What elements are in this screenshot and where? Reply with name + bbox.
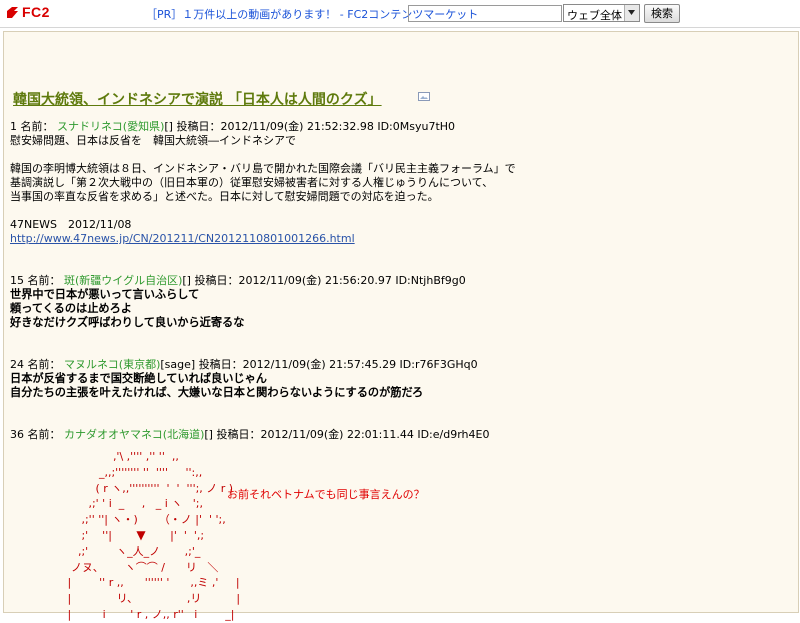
post-body-line: 好きなだけクズ呼ばわりして良いから近寄るな: [10, 316, 245, 329]
post-body-line: 当事国の率直な反省を求める」と述べた。日本に対して慰安婦問題での対応を迫った。: [10, 190, 439, 203]
search-button[interactable]: 検索: [644, 4, 680, 23]
post-body-line: 基調演説し「第２次大戦中の（旧日本軍の）従軍慰安婦被害者に対する人権じゅうりんに…: [10, 176, 494, 189]
post-number: 24: [10, 358, 24, 371]
post-body-line: 慰安婦問題、日本は反省を 韓国大統領―インドネシアで: [10, 134, 296, 147]
post-body-line: 日本が反省するまで国交断絶していれば良いじゃん: [10, 372, 267, 385]
post-body-line: 韓国の李明博大統領は８日、インドネシア・バリ島で開かれた国際会議「バリ民主主義フ…: [10, 162, 516, 175]
post-header: 1 名前： スナドリネコ(愛知県)[] 投稿日：2012/11/09(金) 21…: [10, 120, 455, 134]
search-scope-select[interactable]: ウェブ全体: [563, 4, 640, 22]
post-number: 36: [10, 428, 24, 441]
post-number: 15: [10, 274, 24, 287]
post-mail: []: [204, 428, 213, 441]
fc2-header-bar: FC2 ［PR］１万件以上の動画があります！ - FC2コンテンツマーケット ウ…: [0, 0, 800, 28]
post-header: 15 名前： 斑(新疆ウイグル自治区)[] 投稿日：2012/11/09(金) …: [10, 274, 466, 288]
post-author-name[interactable]: カナダオオヤマネコ(北海道): [64, 428, 204, 441]
post-name-label: 名前：: [27, 358, 61, 371]
post-body-line: 自分たちの主張を叶えたければ、大嫌いな日本と関わらないようにするのが筋だろ: [10, 386, 424, 399]
search-scope-value: ウェブ全体: [567, 9, 622, 22]
post-name-label: 名前：: [27, 274, 61, 287]
post-date-id: 投稿日：2012/11/09(金) 21:52:32.98 ID:0Msyu7t…: [176, 120, 456, 133]
thread-image-icon[interactable]: [418, 92, 430, 101]
post-body-line: 頼ってくるのは止めろよ: [10, 302, 132, 315]
post-mail: []: [182, 274, 191, 287]
post-header: 24 名前： マヌルネコ(東京都)[sage] 投稿日：2012/11/09(金…: [10, 358, 478, 372]
post-number: 1: [10, 120, 17, 133]
chevron-down-icon: [624, 5, 639, 21]
post-name-label: 名前：: [20, 120, 54, 133]
ascii-art-caption: お前それベトナムでも同じ事言えんの？: [227, 488, 425, 501]
search-input[interactable]: [408, 5, 562, 22]
post-name-label: 名前：: [27, 428, 61, 441]
post-author-name[interactable]: マヌルネコ(東京都): [64, 358, 160, 371]
post-author-name[interactable]: スナドリネコ(愛知県): [57, 120, 164, 133]
post-date-id: 投稿日：2012/11/09(金) 21:57:45.29 ID:r76F3GH…: [198, 358, 478, 371]
ascii-art-cat: ,'\ ,'''' ,'' '' ,, _,,;'''''''' '' ''''…: [67, 450, 241, 621]
thread-title[interactable]: 韓国大統領、インドネシアで演説 「日本人は人間のクズ」: [13, 89, 382, 109]
fc2-logo-text: FC2: [22, 4, 50, 20]
post-body-line: 47NEWS 2012/11/08: [10, 218, 132, 231]
fc2-logo[interactable]: FC2: [6, 4, 66, 22]
source-url-link[interactable]: http://www.47news.jp/CN/201211/CN2012110…: [10, 232, 355, 245]
post-body-line: 世界中で日本が悪いって言いふらして: [10, 288, 200, 301]
post-date-id: 投稿日：2012/11/09(金) 21:56:20.97 ID:NtjhBf9…: [194, 274, 466, 287]
post-source-line: http://www.47news.jp/CN/201211/CN2012110…: [10, 232, 355, 246]
post-header: 36 名前： カナダオオヤマネコ(北海道)[] 投稿日：2012/11/09(金…: [10, 428, 489, 442]
fc2-logo-icon: [7, 7, 18, 18]
post-author-name[interactable]: 斑(新疆ウイグル自治区): [64, 274, 182, 287]
post-date-id: 投稿日：2012/11/09(金) 22:01:11.44 ID:e/d9rh4…: [216, 428, 490, 441]
post-mail: []: [164, 120, 173, 133]
post-mail: [sage]: [160, 358, 196, 371]
